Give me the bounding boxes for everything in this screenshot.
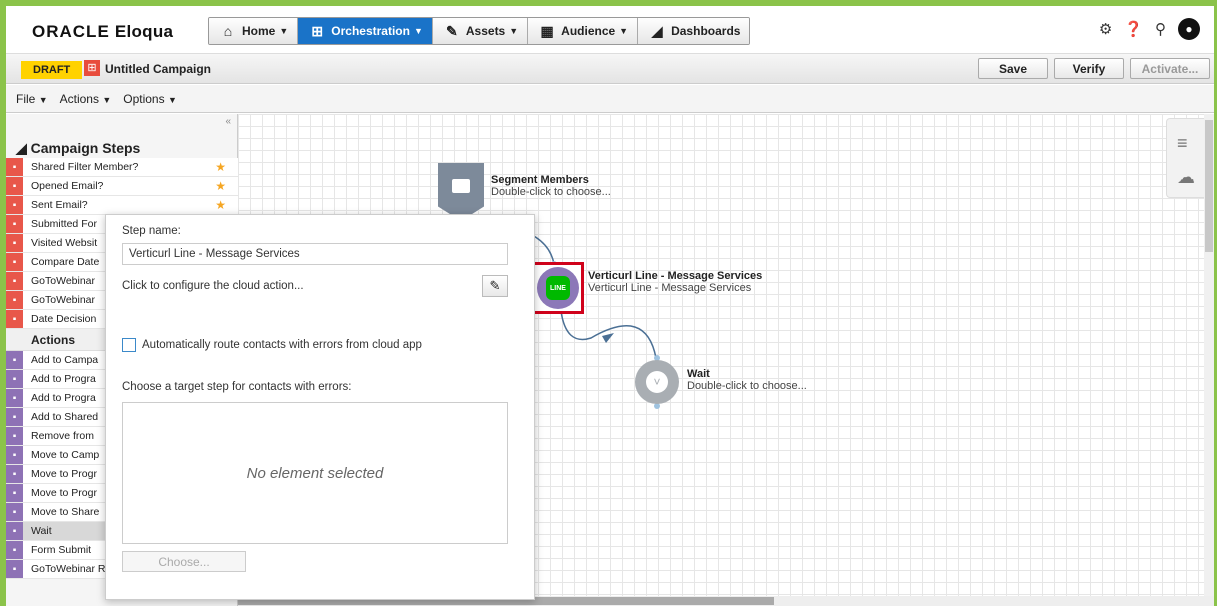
move-program-icon: ▪	[6, 484, 23, 502]
line-app-icon-label: LINE	[550, 284, 566, 292]
line-app-icon: LINE	[546, 276, 570, 300]
list-item[interactable]: ▪ Shared Filter Member? ★	[6, 158, 238, 177]
arrow-icon	[602, 333, 614, 343]
clock-icon: ˅	[646, 371, 668, 393]
move-shared-icon: ▪	[6, 503, 23, 521]
list-item-label: Compare Date	[31, 256, 100, 268]
empty-state-text: No element selected	[246, 464, 384, 482]
configure-text: Click to configure the cloud action...	[122, 280, 304, 292]
line-step-node[interactable]: LINE	[531, 262, 584, 314]
move-campaign-icon: ▪	[6, 446, 23, 464]
wait-node-title: Wait	[687, 368, 710, 380]
auto-route-label: Automatically route contacts with errors…	[142, 339, 422, 351]
collapse-icon[interactable]: «	[225, 116, 231, 127]
filter-icon: ▪	[6, 158, 23, 176]
segment-node-subtitle: Double-click to choose...	[491, 186, 611, 198]
list-item-label: Wait	[31, 525, 52, 537]
list-item-label: Add to Progra	[31, 392, 96, 404]
calendar-icon: ▪	[6, 310, 23, 328]
list-item-label: Move to Progr	[31, 468, 97, 480]
remove-icon: ▪	[6, 427, 23, 445]
line-step-subtitle: Verticurl Line - Message Services	[588, 282, 752, 294]
add-shared-icon: ▪	[6, 408, 23, 426]
auto-route-checkbox[interactable]	[122, 338, 136, 352]
webinar-icon: ▪	[6, 560, 23, 578]
move-program-icon: ▪	[6, 465, 23, 483]
edit-cloud-action-button[interactable]: ✎	[482, 275, 508, 297]
star-icon[interactable]: ★	[215, 179, 226, 193]
list-item-label: Visited Websit	[31, 237, 98, 249]
step-config-popup: Step name: Click to configure the cloud …	[105, 214, 535, 600]
star-icon[interactable]: ★	[215, 198, 226, 212]
app-window: ORACLE Eloqua ⌂ Home ▼ ⊞ Orchestration ▼…	[6, 6, 1214, 606]
line-step-label: Verticurl Line - Message Services Vertic…	[588, 270, 762, 294]
cloud-icon[interactable]: ☁	[1177, 167, 1195, 188]
list-item-label: Sent Email?	[31, 199, 88, 211]
segment-node-title: Segment Members	[491, 174, 589, 186]
wait-node-label: Wait Double-click to choose...	[687, 368, 807, 392]
list-item-label: GoToWebinar	[31, 294, 96, 306]
target-step-list[interactable]: No element selected	[122, 402, 508, 544]
vertical-scrollbar-thumb[interactable]	[1205, 120, 1213, 252]
wait-node-subtitle: Double-click to choose...	[687, 380, 807, 392]
form-icon: ▪	[6, 215, 23, 233]
add-program-icon: ▪	[6, 370, 23, 388]
list-item-label: Form Submit	[31, 544, 92, 556]
form-submit-icon: ▪	[6, 541, 23, 559]
sent-email-icon: ▪	[6, 196, 23, 214]
list-item[interactable]: ▪ Opened Email? ★	[6, 177, 238, 196]
canvas-side-toolbar: ≡ ☁	[1166, 118, 1206, 198]
add-program-icon: ▪	[6, 389, 23, 407]
segment-node-label: Segment Members Double-click to choose..…	[491, 174, 611, 198]
pencil-icon: ✎	[489, 278, 501, 293]
list-item-label: Add to Shared	[31, 411, 99, 423]
list-item[interactable]: ▪ Sent Email? ★	[6, 196, 238, 215]
star-icon[interactable]: ★	[215, 160, 226, 174]
step-name-input[interactable]	[122, 243, 508, 265]
list-item-label: Move to Camp	[31, 449, 100, 461]
list-item-label: Remove from	[31, 430, 95, 442]
list-item-label: Submitted For	[31, 218, 97, 230]
campaign-steps-title[interactable]: ◢ Campaign Steps	[16, 140, 140, 157]
list-item-label: Move to Share	[31, 506, 100, 518]
list-item-label: Shared Filter Member?	[31, 161, 139, 173]
web-icon: ▪	[6, 234, 23, 252]
choose-button[interactable]: Choose...	[122, 551, 246, 572]
vertical-scrollbar[interactable]	[1204, 114, 1214, 600]
list-item-label: GoToWebinar	[31, 275, 96, 287]
email-icon: ▪	[6, 177, 23, 195]
wait-node[interactable]: ˅	[635, 360, 679, 404]
webinar-icon: ▪	[6, 291, 23, 309]
hamburger-menu-icon[interactable]: ≡	[1177, 133, 1188, 154]
compare-icon: ▪	[6, 253, 23, 271]
line-step-title: Verticurl Line - Message Services	[588, 270, 763, 282]
segment-icon	[452, 179, 470, 193]
add-campaign-icon: ▪	[6, 351, 23, 369]
list-item-label: Move to Progr	[31, 487, 97, 499]
step-name-label: Step name:	[122, 225, 181, 237]
campaign-steps-title-text: Campaign Steps	[30, 140, 141, 156]
target-step-label: Choose a target step for contacts with e…	[122, 381, 352, 393]
clock-icon: ▪	[6, 522, 23, 540]
list-item-label: Opened Email?	[31, 180, 104, 192]
list-item-label: Add to Progra	[31, 373, 96, 385]
list-item-label: Date Decision	[31, 313, 97, 325]
list-item-label: Add to Campa	[31, 354, 99, 366]
webinar-icon: ▪	[6, 272, 23, 290]
